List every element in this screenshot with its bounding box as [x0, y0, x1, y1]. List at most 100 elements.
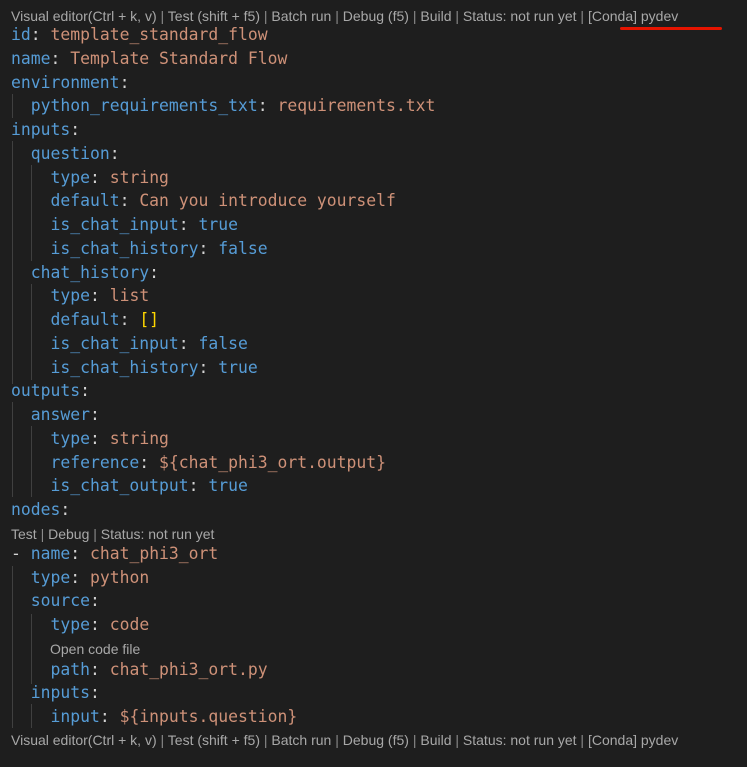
status-link[interactable]: Status: not run yet	[463, 732, 577, 748]
yaml-key: chat_history	[30, 263, 150, 282]
debug-link[interactable]: Debug (f5)	[343, 732, 409, 748]
yaml-value: chat_phi3_ort.py	[109, 660, 268, 679]
codelens-separator: |	[331, 732, 343, 748]
node-status-link[interactable]: Status: not run yet	[101, 526, 215, 542]
build-link[interactable]: Build	[420, 8, 451, 24]
yaml-dash: -	[11, 544, 31, 563]
status-link[interactable]: Status: not run yet	[463, 8, 577, 24]
yaml-key: environment	[11, 73, 120, 92]
visual-editor-link[interactable]: Visual editor(Ctrl + k, v)	[11, 732, 157, 748]
yaml-value: code	[109, 615, 150, 634]
yaml-value: ${chat_phi3_ort.output}	[159, 453, 387, 472]
codelens-separator: |	[576, 8, 588, 24]
codelens-separator: |	[576, 732, 588, 748]
codelens-separator: |	[451, 8, 463, 24]
batch-run-link[interactable]: Batch run	[271, 8, 331, 24]
code-line: input: ${inputs.question}	[50, 707, 298, 726]
yaml-key: inputs	[30, 683, 90, 702]
yaml-value: template_standard_flow	[50, 25, 268, 44]
codelens-separator: |	[408, 8, 421, 24]
yaml-key: answer	[30, 405, 90, 424]
code-line: path: chat_phi3_ort.py	[50, 660, 268, 679]
code-line: type: code	[50, 615, 150, 634]
yaml-key: outputs	[11, 381, 81, 400]
yaml-key: source	[30, 591, 90, 610]
codelens-separator: |	[89, 526, 101, 542]
yaml-value: true	[208, 476, 248, 495]
conda-env-link[interactable]: [Conda] pydev	[588, 8, 678, 24]
yaml-value: list	[109, 286, 150, 305]
yaml-value: Template Standard Flow	[70, 49, 288, 68]
code-line: question:	[30, 144, 120, 163]
yaml-key: is_chat_history	[50, 239, 199, 258]
code-line: is_chat_input: true	[50, 215, 239, 234]
yaml-key: inputs	[11, 120, 71, 139]
yaml-key: input	[50, 707, 100, 726]
code-line: type: python	[30, 568, 150, 587]
codelens-separator: |	[156, 8, 168, 24]
yaml-value: string	[109, 168, 169, 187]
code-line: inputs:	[11, 120, 81, 139]
conda-env-link[interactable]: [Conda] pydev	[588, 732, 678, 748]
yaml-value: Can you introduce yourself	[139, 191, 396, 210]
code-line: is_chat_history: false	[50, 239, 268, 258]
yaml-key: name	[11, 49, 51, 68]
yaml-key: question	[30, 144, 110, 163]
code-line: name: Template Standard Flow	[11, 49, 288, 68]
visual-editor-link[interactable]: Visual editor(Ctrl + k, v)	[11, 8, 157, 24]
yaml-key: default	[50, 310, 120, 329]
yaml-key: type	[50, 429, 90, 448]
yaml-value: python	[89, 568, 150, 587]
yaml-key: python_requirements_txt	[30, 96, 258, 115]
yaml-key: nodes	[11, 500, 61, 519]
yaml-value: string	[109, 429, 169, 448]
yaml-key: id	[11, 25, 31, 44]
node-debug-link[interactable]: Debug	[48, 526, 89, 542]
yaml-key: path	[50, 660, 90, 679]
code-line: reference: ${chat_phi3_ort.output}	[50, 453, 387, 472]
yaml-value: chat_phi3_ort	[89, 544, 219, 563]
conda-annotation-underline	[620, 27, 722, 30]
code-line: answer:	[30, 405, 100, 424]
code-line: type: string	[50, 168, 169, 187]
code-line: environment:	[11, 73, 130, 92]
code-line: source:	[30, 591, 100, 610]
yaml-editor[interactable]: Visual editor(Ctrl + k, v) | Test (shift…	[0, 0, 747, 767]
yaml-key: type	[30, 568, 71, 587]
code-line: is_chat_output: true	[50, 476, 248, 495]
code-line: python_requirements_txt: requirements.tx…	[30, 96, 436, 115]
code-line: inputs:	[30, 683, 100, 702]
code-line: default: Can you introduce yourself	[50, 191, 396, 210]
test-link[interactable]: Test (shift + f5)	[168, 732, 260, 748]
yaml-key: type	[50, 286, 90, 305]
code-line: id: template_standard_flow	[11, 25, 268, 44]
debug-link[interactable]: Debug (f5)	[343, 8, 409, 24]
yaml-key: reference	[50, 453, 140, 472]
code-line: is_chat_input: false	[50, 334, 248, 353]
codelens-separator: |	[331, 8, 343, 24]
codelens-node: Test | Debug | Status: not run yet	[11, 524, 214, 544]
code-line: - name: chat_phi3_ort	[11, 544, 219, 563]
codelens-separator: |	[260, 732, 272, 748]
test-link[interactable]: Test (shift + f5)	[168, 8, 260, 24]
code-line: outputs:	[11, 381, 90, 400]
codelens-separator: |	[408, 732, 421, 748]
code-line: default: []	[50, 310, 160, 329]
yaml-key: is_chat_history	[50, 358, 199, 377]
yaml-key: is_chat_input	[50, 334, 179, 353]
yaml-value: []	[139, 310, 160, 329]
yaml-value: true	[218, 358, 258, 377]
batch-run-link[interactable]: Batch run	[271, 732, 331, 748]
build-link[interactable]: Build	[420, 732, 451, 748]
node-test-link[interactable]: Test	[11, 526, 37, 542]
yaml-key: type	[50, 615, 90, 634]
yaml-key: default	[50, 191, 120, 210]
yaml-value: false	[218, 239, 268, 258]
open-code-file-link[interactable]: Open code file	[50, 641, 140, 657]
yaml-key: name	[30, 544, 71, 563]
yaml-key: is_chat_input	[50, 215, 179, 234]
codelens-separator: |	[260, 8, 272, 24]
yaml-value: requirements.txt	[277, 96, 436, 115]
yaml-value: true	[198, 215, 239, 234]
yaml-value: ${inputs.question}	[119, 707, 298, 726]
